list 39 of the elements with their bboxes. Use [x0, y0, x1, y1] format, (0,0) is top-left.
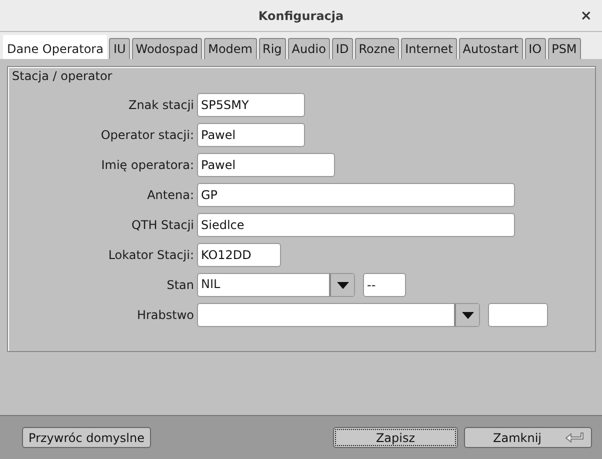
tab[interactable]: Rig	[258, 38, 286, 59]
tab[interactable]: IO	[524, 38, 546, 59]
field-label: Operator stacji:	[100, 128, 195, 142]
field-label: Hrabstwo	[136, 308, 195, 322]
text-field[interactable]: Pawel	[197, 123, 305, 147]
return-icon	[565, 432, 585, 444]
tab[interactable]: ID	[332, 38, 353, 59]
text-field[interactable]: --	[363, 273, 406, 297]
dialog-button[interactable]: Przywróc domyslne	[22, 427, 151, 448]
field-label: Znak stacji	[127, 98, 195, 112]
tab[interactable]: Dane Operatora	[3, 35, 108, 59]
tab[interactable]: Rozne	[354, 38, 400, 59]
text-field[interactable]: KO12DD	[197, 243, 281, 267]
dropdown[interactable]: NIL	[197, 273, 355, 297]
tab[interactable]: Internet	[401, 38, 457, 59]
tab[interactable]: Autostart	[458, 38, 523, 59]
group-title: Stacja / operator	[12, 69, 114, 83]
dialog-button[interactable]: Zamknij	[464, 427, 592, 448]
caret-icon	[462, 312, 474, 318]
text-field[interactable]: Pawel	[197, 153, 335, 177]
tab[interactable]: PSM	[548, 38, 581, 59]
tab[interactable]: Audio	[288, 38, 330, 59]
text-field[interactable]: Siedlce	[197, 213, 515, 237]
field-label: Imię operatora:	[100, 158, 195, 172]
caret-icon	[336, 282, 348, 288]
dropdown[interactable]	[197, 303, 480, 327]
close-button[interactable]: ×	[580, 8, 592, 24]
field-label: Stan	[166, 278, 195, 292]
field-label: QTH Stacji	[130, 218, 195, 232]
text-field[interactable]: GP	[197, 183, 515, 207]
field-label: Antena:	[146, 188, 195, 202]
field-label: Lokator Stacji:	[107, 248, 195, 262]
text-field[interactable]: SP5SMY	[197, 93, 305, 117]
window-title: Konfiguracja	[258, 8, 344, 22]
text-field[interactable]	[488, 303, 548, 327]
dialog-button[interactable]: Zapisz	[333, 427, 458, 448]
tab[interactable]: Modem	[204, 38, 256, 59]
tab[interactable]: Wodospad	[132, 38, 202, 59]
tab[interactable]: IU	[109, 38, 130, 59]
